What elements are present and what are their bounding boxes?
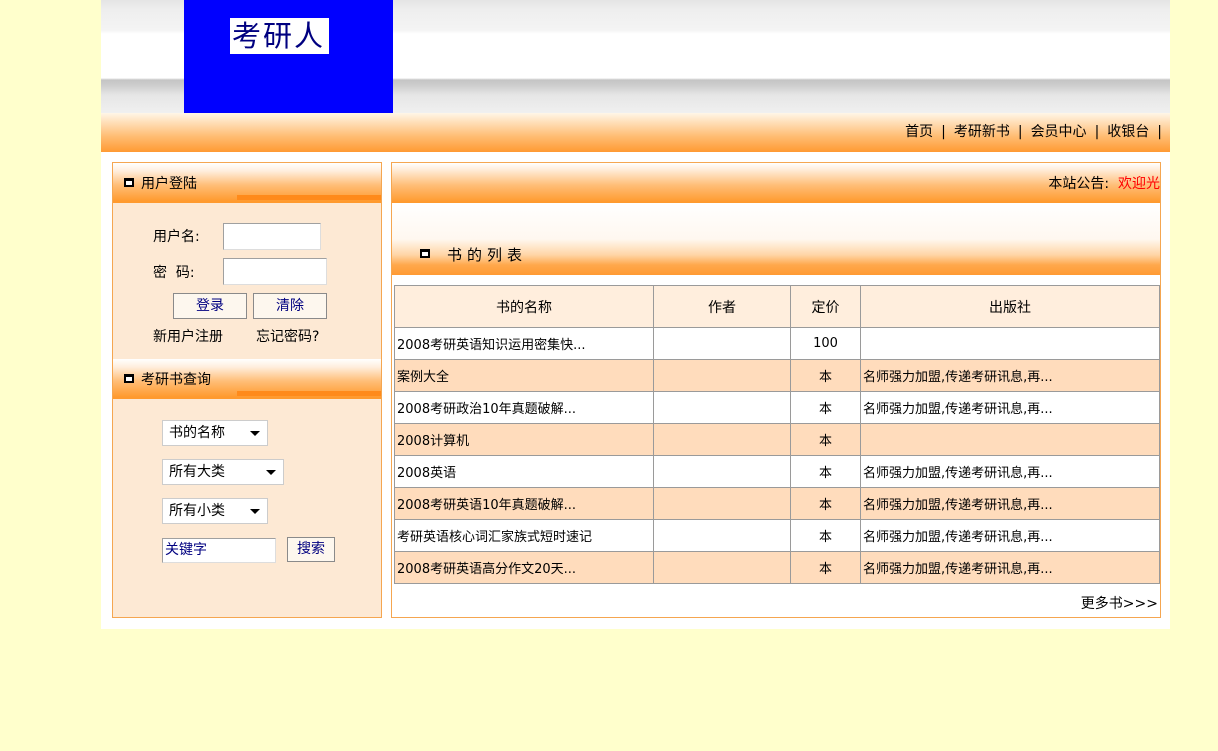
search-field-select[interactable]: 书的名称 bbox=[162, 420, 268, 446]
subcategory-select-value: 所有小类 bbox=[169, 503, 225, 519]
book-publisher-cell bbox=[860, 423, 1160, 456]
nav-link-new-books[interactable]: 考研新书 bbox=[954, 124, 1010, 140]
password-label: 密 码: bbox=[153, 265, 195, 281]
sidebar-panel: 用户登陆 用户名: 密 码: 登录 清除 新用户注册 忘记密码? 考研书查询 书… bbox=[112, 162, 382, 618]
top-nav-links: 首页 | 考研新书 | 会员中心 | 收银台 | bbox=[905, 121, 1170, 143]
notice-text: 本站公告: 欢迎光 bbox=[1048, 175, 1160, 193]
book-publisher-cell: 名师强力加盟,传递考研讯息,再... bbox=[860, 551, 1160, 584]
table-header-row: 书的名称 作者 定价 出版社 bbox=[394, 285, 1160, 328]
search-field-select-value: 书的名称 bbox=[169, 425, 225, 441]
book-author-cell bbox=[653, 551, 791, 584]
table-row[interactable]: 2008考研英语高分作文20天... 本 名师强力加盟,传递考研讯息,再... bbox=[394, 551, 1160, 584]
search-panel-header: 考研书查询 bbox=[113, 359, 381, 399]
more-books-link[interactable]: 更多书>>> bbox=[1081, 595, 1158, 613]
book-price-cell: 本 bbox=[790, 487, 861, 520]
notice-bar: 本站公告: 欢迎光 bbox=[392, 163, 1160, 203]
notice-message: 欢迎光 bbox=[1118, 176, 1160, 192]
book-name-cell[interactable]: 2008计算机 bbox=[394, 423, 654, 456]
book-name-cell[interactable]: 2008考研政治10年真题破解... bbox=[394, 391, 654, 424]
nav-separator: | bbox=[1017, 124, 1023, 140]
category-select[interactable]: 所有大类 bbox=[162, 459, 284, 485]
table-row[interactable]: 2008考研政治10年真题破解... 本 名师强力加盟,传递考研讯息,再... bbox=[394, 391, 1160, 424]
book-price-cell: 本 bbox=[790, 391, 861, 424]
book-name-cell[interactable]: 2008考研英语知识运用密集快... bbox=[394, 327, 654, 360]
logo-block: 考研人 bbox=[184, 0, 393, 113]
nav-separator: | bbox=[1157, 124, 1162, 140]
book-name-cell[interactable]: 案例大全 bbox=[394, 359, 654, 392]
nav-link-home[interactable]: 首页 bbox=[905, 124, 933, 140]
book-list-title: 书的列表 bbox=[447, 246, 528, 264]
book-author-cell bbox=[653, 487, 791, 520]
nav-separator: | bbox=[1094, 124, 1100, 140]
book-author-cell bbox=[653, 327, 791, 360]
book-author-cell bbox=[653, 423, 791, 456]
clear-button[interactable]: 清除 bbox=[253, 293, 327, 319]
login-button[interactable]: 登录 bbox=[173, 293, 247, 319]
page-wrapper: 考研人 首页 | 考研新书 | 会员中心 | 收银台 | 用户登陆 用户名: 密 码: 登录 … bbox=[101, 0, 1170, 629]
column-header-author: 作者 bbox=[653, 285, 791, 328]
column-header-price: 定价 bbox=[790, 285, 861, 328]
book-author-cell bbox=[653, 519, 791, 552]
main-panel: 本站公告: 欢迎光 书的列表 书的名称 作者 定价 出版社 2008考研英语知识… bbox=[391, 162, 1161, 618]
book-name-cell[interactable]: 考研英语核心词汇家族式短时速记 bbox=[394, 519, 654, 552]
header-tab-decoration bbox=[237, 195, 381, 200]
book-name-cell[interactable]: 2008英语 bbox=[394, 455, 654, 488]
book-author-cell bbox=[653, 455, 791, 488]
subcategory-select[interactable]: 所有小类 bbox=[162, 498, 268, 524]
table-row[interactable]: 2008考研英语知识运用密集快... 100 bbox=[394, 327, 1160, 360]
box-icon bbox=[124, 178, 134, 187]
search-panel-title: 考研书查询 bbox=[141, 372, 211, 388]
book-table: 书的名称 作者 定价 出版社 2008考研英语知识运用密集快... 100 案例 bbox=[394, 285, 1160, 584]
search-button[interactable]: 搜索 bbox=[287, 537, 335, 562]
book-author-cell bbox=[653, 391, 791, 424]
book-price-cell: 100 bbox=[790, 327, 861, 360]
login-panel-title: 用户登陆 bbox=[141, 176, 197, 192]
box-icon bbox=[124, 374, 134, 383]
username-input[interactable] bbox=[223, 223, 321, 250]
chevron-down-icon bbox=[250, 509, 260, 514]
book-publisher-cell: 名师强力加盟,传递考研讯息,再... bbox=[860, 455, 1160, 488]
password-input[interactable] bbox=[223, 258, 327, 285]
book-publisher-cell: 名师强力加盟,传递考研讯息,再... bbox=[860, 359, 1160, 392]
nav-link-member-center[interactable]: 会员中心 bbox=[1031, 124, 1087, 140]
forgot-password-link[interactable]: 忘记密码? bbox=[256, 328, 319, 346]
nav-link-checkout[interactable]: 收银台 bbox=[1107, 124, 1149, 140]
book-price-cell: 本 bbox=[790, 551, 861, 584]
nav-separator: | bbox=[941, 124, 946, 140]
book-name-cell[interactable]: 2008考研英语10年真题破解... bbox=[394, 487, 654, 520]
table-row[interactable]: 2008计算机 本 bbox=[394, 423, 1160, 456]
site-logo-text: 考研人 bbox=[230, 18, 330, 54]
book-author-cell bbox=[653, 359, 791, 392]
column-header-name: 书的名称 bbox=[394, 285, 654, 328]
box-icon bbox=[420, 249, 430, 258]
book-price-cell: 本 bbox=[790, 423, 861, 456]
content-area: 用户登陆 用户名: 密 码: 登录 清除 新用户注册 忘记密码? 考研书查询 书… bbox=[101, 152, 1170, 629]
book-price-cell: 本 bbox=[790, 455, 861, 488]
header-tab-decoration bbox=[237, 391, 381, 396]
table-row[interactable]: 2008英语 本 名师强力加盟,传递考研讯息,再... bbox=[394, 455, 1160, 488]
table-row[interactable]: 考研英语核心词汇家族式短时速记 本 名师强力加盟,传递考研讯息,再... bbox=[394, 519, 1160, 552]
chevron-down-icon bbox=[250, 431, 260, 436]
book-name-cell[interactable]: 2008考研英语高分作文20天... bbox=[394, 551, 654, 584]
keyword-input[interactable]: 关键字 bbox=[162, 538, 276, 563]
book-list-header: 书的列表 bbox=[392, 203, 1160, 275]
notice-label: 本站公告: bbox=[1048, 176, 1110, 192]
table-row[interactable]: 案例大全 本 名师强力加盟,传递考研讯息,再... bbox=[394, 359, 1160, 392]
column-header-publisher: 出版社 bbox=[860, 285, 1160, 328]
top-nav-bar: 首页 | 考研新书 | 会员中心 | 收银台 | bbox=[101, 113, 1170, 152]
login-panel-header: 用户登陆 bbox=[113, 163, 381, 203]
book-publisher-cell: 名师强力加盟,传递考研讯息,再... bbox=[860, 519, 1160, 552]
chevron-down-icon bbox=[266, 470, 276, 475]
book-publisher-cell bbox=[860, 327, 1160, 360]
category-select-value: 所有大类 bbox=[169, 464, 225, 480]
table-row[interactable]: 2008考研英语10年真题破解... 本 名师强力加盟,传递考研讯息,再... bbox=[394, 487, 1160, 520]
register-link[interactable]: 新用户注册 bbox=[153, 328, 223, 346]
book-price-cell: 本 bbox=[790, 519, 861, 552]
site-header: 考研人 bbox=[101, 0, 1170, 113]
username-label: 用户名: bbox=[153, 229, 200, 245]
book-publisher-cell: 名师强力加盟,传递考研讯息,再... bbox=[860, 487, 1160, 520]
book-publisher-cell: 名师强力加盟,传递考研讯息,再... bbox=[860, 391, 1160, 424]
book-price-cell: 本 bbox=[790, 359, 861, 392]
